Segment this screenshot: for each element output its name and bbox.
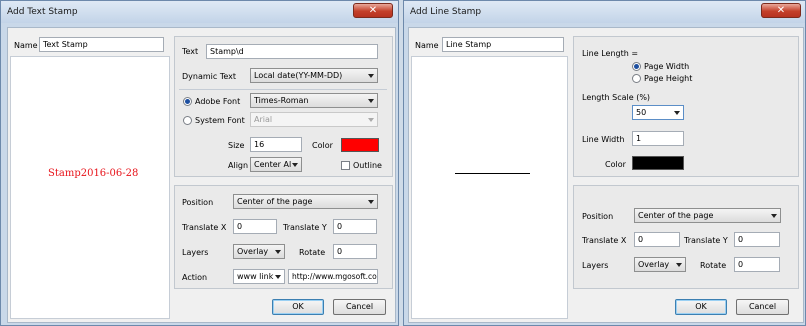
action-value: www link — [237, 272, 274, 281]
chevron-down-icon — [368, 118, 374, 122]
dialog-body: Name Line Stamp Line Length = Page Width… — [408, 27, 804, 323]
text-settings-group: Text Stamp\d Dynamic Text Local date(YY-… — [174, 36, 393, 177]
outline-checkbox[interactable] — [341, 161, 350, 170]
placement-settings-group: Position Center of the page Translate X … — [174, 185, 393, 289]
outline-label: Outline — [353, 161, 382, 170]
system-font-label: System Font — [195, 116, 245, 125]
position-value: Center of the page — [237, 197, 313, 206]
page-width-label: Page Width — [644, 62, 690, 71]
ok-button[interactable]: OK — [675, 299, 727, 315]
name-input[interactable]: Line Stamp — [442, 37, 564, 52]
name-label: Name — [14, 41, 38, 50]
dynamic-text-label: Dynamic Text — [182, 72, 237, 81]
adobe-font-label: Adobe Font — [195, 97, 241, 106]
line-width-label: Line Width — [582, 135, 625, 144]
preview-pane — [411, 56, 568, 319]
rotate-label: Rotate — [299, 248, 326, 257]
close-button[interactable]: ✕ — [761, 3, 801, 18]
action-select[interactable]: www link — [233, 269, 285, 284]
rotate-label: Rotate — [700, 261, 727, 270]
length-scale-value: 50 — [636, 108, 647, 117]
translate-x-label: Translate X — [182, 223, 227, 232]
adobe-font-select[interactable]: Times-Roman — [250, 93, 378, 108]
add-text-stamp-dialog: Add Text Stamp ✕ Name Text Stamp Stamp20… — [0, 0, 399, 326]
position-select[interactable]: Center of the page — [233, 194, 378, 209]
system-font-radio[interactable] — [183, 116, 192, 125]
color-label: Color — [605, 160, 626, 169]
layers-label: Layers — [182, 248, 209, 257]
preview-pane: Stamp2016-06-28 — [10, 56, 170, 319]
text-color-swatch[interactable] — [341, 138, 379, 152]
line-color-swatch[interactable] — [632, 156, 684, 170]
size-input[interactable]: 16 — [250, 137, 302, 152]
translate-y-input[interactable]: 0 — [734, 232, 780, 247]
position-select[interactable]: Center of the page — [634, 208, 781, 223]
divider — [179, 89, 387, 90]
name-label: Name — [415, 41, 439, 50]
layers-label: Layers — [582, 261, 609, 270]
position-label: Position — [182, 198, 214, 207]
translate-y-input[interactable]: 0 — [333, 219, 377, 234]
rotate-input[interactable]: 0 — [333, 244, 377, 259]
action-label: Action — [182, 273, 208, 282]
align-select[interactable]: Center Al — [250, 157, 302, 172]
dialog-title: Add Line Stamp — [410, 7, 482, 17]
layers-select[interactable]: Overlay — [634, 257, 686, 272]
rotate-input[interactable]: 0 — [734, 257, 780, 272]
line-settings-group: Line Length = Page Width Page Height Len… — [573, 36, 799, 177]
page-height-label: Page Height — [644, 74, 693, 83]
dynamic-text-value: Local date(YY-MM-DD) — [254, 71, 343, 80]
chevron-down-icon — [368, 99, 374, 103]
line-width-input[interactable]: 1 — [632, 131, 684, 146]
translate-y-label: Translate Y — [283, 223, 327, 232]
chevron-down-icon — [275, 275, 281, 279]
adobe-font-radio[interactable] — [183, 97, 192, 106]
layers-value: Overlay — [237, 247, 269, 256]
adobe-font-value: Times-Roman — [254, 96, 309, 105]
dialog-body: Name Text Stamp Stamp2016-06-28 Text Sta… — [7, 27, 396, 323]
chevron-down-icon — [368, 74, 374, 78]
chevron-down-icon — [676, 263, 682, 267]
system-font-select[interactable]: Arial — [250, 112, 378, 127]
length-scale-label: Length Scale (%) — [582, 93, 651, 102]
chevron-down-icon — [771, 214, 777, 218]
title-bar: Add Line Stamp ✕ — [404, 1, 805, 23]
align-label: Align — [228, 161, 249, 170]
url-input[interactable]: http://www.mgosoft.co — [288, 269, 378, 284]
name-input[interactable]: Text Stamp — [39, 37, 164, 52]
system-font-value: Arial — [254, 115, 273, 124]
text-input[interactable]: Stamp\d — [206, 44, 378, 59]
cancel-button[interactable]: Cancel — [736, 299, 789, 315]
page-width-radio[interactable] — [632, 62, 641, 71]
line-length-label: Line Length = — [582, 49, 639, 58]
layers-value: Overlay — [638, 260, 670, 269]
preview-text: Stamp2016-06-28 — [48, 168, 139, 179]
chevron-down-icon — [674, 111, 680, 115]
layers-select[interactable]: Overlay — [233, 244, 285, 259]
position-label: Position — [582, 212, 614, 221]
translate-y-label: Translate Y — [684, 236, 728, 245]
close-button[interactable]: ✕ — [353, 3, 393, 18]
chevron-down-icon — [292, 163, 298, 167]
chevron-down-icon — [368, 200, 374, 204]
size-label: Size — [228, 141, 245, 150]
translate-x-input[interactable]: 0 — [634, 232, 680, 247]
preview-line — [455, 173, 530, 174]
add-line-stamp-dialog: Add Line Stamp ✕ Name Line Stamp Line Le… — [403, 0, 806, 326]
align-value: Center Al — [254, 160, 292, 169]
title-bar: Add Text Stamp ✕ — [1, 1, 398, 23]
color-label: Color — [312, 141, 333, 150]
ok-button[interactable]: OK — [272, 299, 324, 315]
page-height-radio[interactable] — [632, 74, 641, 83]
position-value: Center of the page — [638, 211, 714, 220]
length-scale-select[interactable]: 50 — [632, 105, 684, 120]
translate-x-input[interactable]: 0 — [233, 219, 277, 234]
dynamic-text-select[interactable]: Local date(YY-MM-DD) — [250, 68, 378, 83]
cancel-button[interactable]: Cancel — [333, 299, 386, 315]
placement-settings-group: Position Center of the page Translate X … — [573, 185, 799, 289]
dialog-title: Add Text Stamp — [7, 7, 78, 17]
chevron-down-icon — [275, 250, 281, 254]
translate-x-label: Translate X — [582, 236, 627, 245]
text-label: Text — [182, 47, 199, 56]
